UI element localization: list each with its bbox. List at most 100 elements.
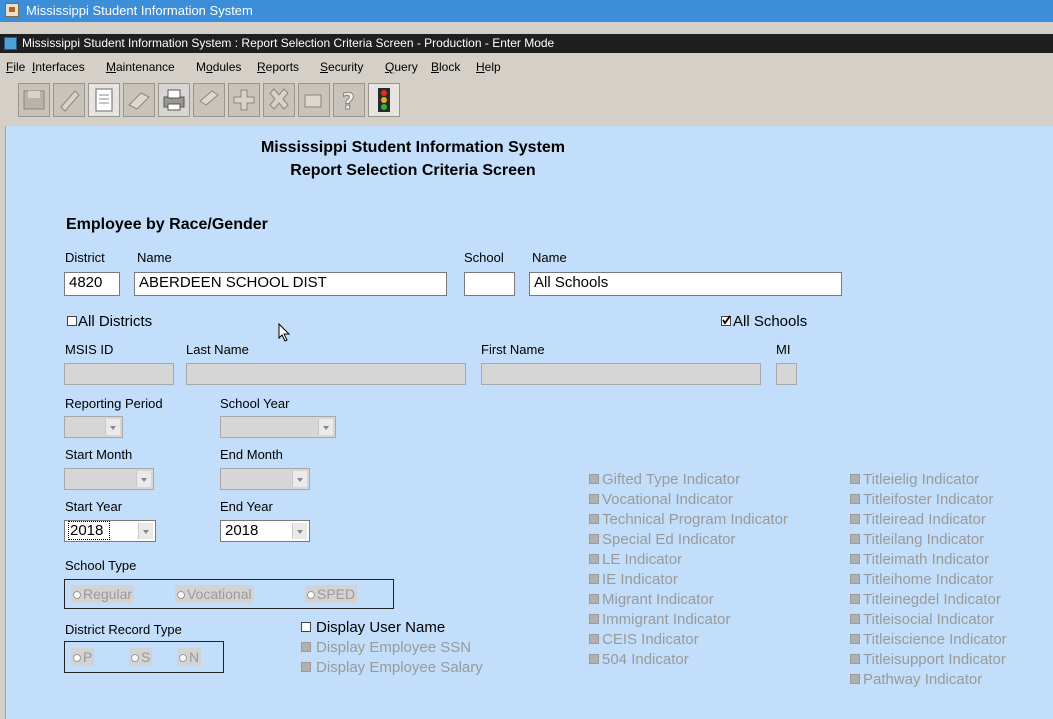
start-year-label: Start Year xyxy=(65,499,123,514)
radio-sped[interactable]: SPED xyxy=(305,585,358,603)
eraser-button[interactable] xyxy=(123,83,155,117)
radio-vocational[interactable]: Vocational xyxy=(175,585,254,603)
indicator-item[interactable]: Migrant Indicator xyxy=(589,591,714,608)
msis-id-field[interactable] xyxy=(64,363,174,385)
indicator-checkbox[interactable] xyxy=(589,554,599,564)
indicator-checkbox[interactable] xyxy=(850,574,860,584)
indicator-item[interactable]: Titleiscience Indicator xyxy=(850,631,1007,648)
indicator-checkbox[interactable] xyxy=(589,494,599,504)
menu-file[interactable]: File xyxy=(6,57,25,77)
print-button[interactable] xyxy=(158,83,190,117)
indicator-item[interactable]: Titleifoster Indicator xyxy=(850,491,993,508)
radio-n[interactable]: N xyxy=(177,648,202,666)
indicator-checkbox[interactable] xyxy=(589,594,599,604)
help-button[interactable]: ? xyxy=(333,83,365,117)
display-employee-ssn-checkbox[interactable] xyxy=(301,642,311,652)
last-name-field[interactable] xyxy=(186,363,466,385)
menu-query[interactable]: Query xyxy=(385,57,418,77)
indicator-checkbox[interactable] xyxy=(589,614,599,624)
indicator-item[interactable]: Immigrant Indicator xyxy=(589,611,730,628)
indicator-checkbox[interactable] xyxy=(850,534,860,544)
mi-label: MI xyxy=(776,342,791,357)
menu-block[interactable]: Block xyxy=(431,57,460,77)
school-field[interactable] xyxy=(464,272,515,296)
indicator-checkbox[interactable] xyxy=(850,514,860,524)
document-icon xyxy=(95,88,113,112)
indicator-checkbox[interactable] xyxy=(850,554,860,564)
clear-button[interactable] xyxy=(298,83,330,117)
indicator-checkbox[interactable] xyxy=(589,654,599,664)
indicator-item[interactable]: IE Indicator xyxy=(589,571,678,588)
indicator-checkbox[interactable] xyxy=(850,614,860,624)
search-icon xyxy=(199,90,219,106)
indicator-label: Titleifoster Indicator xyxy=(863,491,994,508)
add-button[interactable] xyxy=(228,83,260,117)
indicator-label: Special Ed Indicator xyxy=(602,531,736,548)
indicator-checkbox[interactable] xyxy=(850,594,860,604)
indicator-item[interactable]: Titleiread Indicator xyxy=(850,511,986,528)
indicator-item[interactable]: 504 Indicator xyxy=(589,651,689,668)
mi-field[interactable] xyxy=(776,363,797,385)
district-name-field[interactable]: ABERDEEN SCHOOL DIST xyxy=(134,272,447,296)
toolbar: ? xyxy=(18,81,488,119)
search-button[interactable] xyxy=(193,83,225,117)
radio-p[interactable]: P xyxy=(71,648,95,666)
menu-maintenance[interactable]: Maintenance xyxy=(106,57,175,77)
indicator-checkbox[interactable] xyxy=(850,494,860,504)
menu-modules[interactable]: Modules xyxy=(196,57,241,77)
indicator-item[interactable]: Titleinegdel Indicator xyxy=(850,591,1001,608)
end-month-select[interactable] xyxy=(220,468,310,490)
school-year-select[interactable] xyxy=(220,416,336,438)
chevron-down-icon xyxy=(318,419,333,435)
indicator-item[interactable]: Titleimath Indicator xyxy=(850,551,989,568)
indicator-item[interactable]: Titleisupport Indicator xyxy=(850,651,1006,668)
exit-button[interactable] xyxy=(368,83,400,117)
indicator-item[interactable]: Titleisocial Indicator xyxy=(850,611,994,628)
indicator-item[interactable]: Special Ed Indicator xyxy=(589,531,735,548)
indicator-checkbox[interactable] xyxy=(850,654,860,664)
school-name-field[interactable]: All Schools xyxy=(529,272,842,296)
indicator-checkbox[interactable] xyxy=(589,534,599,544)
edit-button[interactable] xyxy=(53,83,85,117)
indicator-item[interactable]: CEIS Indicator xyxy=(589,631,699,648)
display-employee-salary-checkbox[interactable] xyxy=(301,662,311,672)
menu-interfaces[interactable]: Interfaces xyxy=(32,57,85,77)
document-button[interactable] xyxy=(88,83,120,117)
display-user-name-checkbox[interactable] xyxy=(301,622,311,632)
indicator-checkbox[interactable] xyxy=(589,514,599,524)
indicator-item[interactable]: Titleilang Indicator xyxy=(850,531,984,548)
menu-reports[interactable]: Reports xyxy=(257,57,299,77)
indicator-checkbox[interactable] xyxy=(589,474,599,484)
indicator-item[interactable]: Titleielig Indicator xyxy=(850,471,979,488)
report-criteria-panel: Mississippi Student Information System R… xyxy=(5,126,1053,719)
indicator-item[interactable]: Pathway Indicator xyxy=(850,671,982,688)
delete-button[interactable] xyxy=(263,83,295,117)
indicator-checkbox[interactable] xyxy=(589,574,599,584)
chevron-down-icon xyxy=(138,523,153,539)
end-year-select[interactable]: 2018 xyxy=(220,520,310,542)
save-button[interactable] xyxy=(18,83,50,117)
first-name-field[interactable] xyxy=(481,363,761,385)
district-field[interactable]: 4820 xyxy=(64,272,120,296)
start-month-select[interactable] xyxy=(64,468,154,490)
radio-regular[interactable]: Regular xyxy=(71,585,135,603)
indicator-item[interactable]: Gifted Type Indicator xyxy=(589,471,740,488)
indicator-checkbox[interactable] xyxy=(850,474,860,484)
indicator-item[interactable]: LE Indicator xyxy=(589,551,682,568)
menu-help[interactable]: Help xyxy=(476,57,501,77)
indicator-item[interactable]: Technical Program Indicator xyxy=(589,511,788,528)
indicator-item[interactable]: Vocational Indicator xyxy=(589,491,733,508)
start-year-value: 2018 xyxy=(68,521,111,540)
os-title-bar[interactable]: Mississippi Student Information System xyxy=(0,0,1053,22)
radio-s[interactable]: S xyxy=(129,648,153,666)
indicator-checkbox[interactable] xyxy=(589,634,599,644)
indicator-checkbox[interactable] xyxy=(850,674,860,684)
indicator-label: Pathway Indicator xyxy=(863,671,983,688)
indicator-checkbox[interactable] xyxy=(850,634,860,644)
reporting-period-select[interactable] xyxy=(64,416,123,438)
menu-security[interactable]: Security xyxy=(320,57,363,77)
all-districts-checkbox[interactable] xyxy=(67,316,77,326)
start-year-select[interactable]: 2018 xyxy=(64,520,156,542)
form-title-bar[interactable]: Mississippi Student Information System :… xyxy=(0,34,1053,53)
indicator-item[interactable]: Titleihome Indicator xyxy=(850,571,993,588)
